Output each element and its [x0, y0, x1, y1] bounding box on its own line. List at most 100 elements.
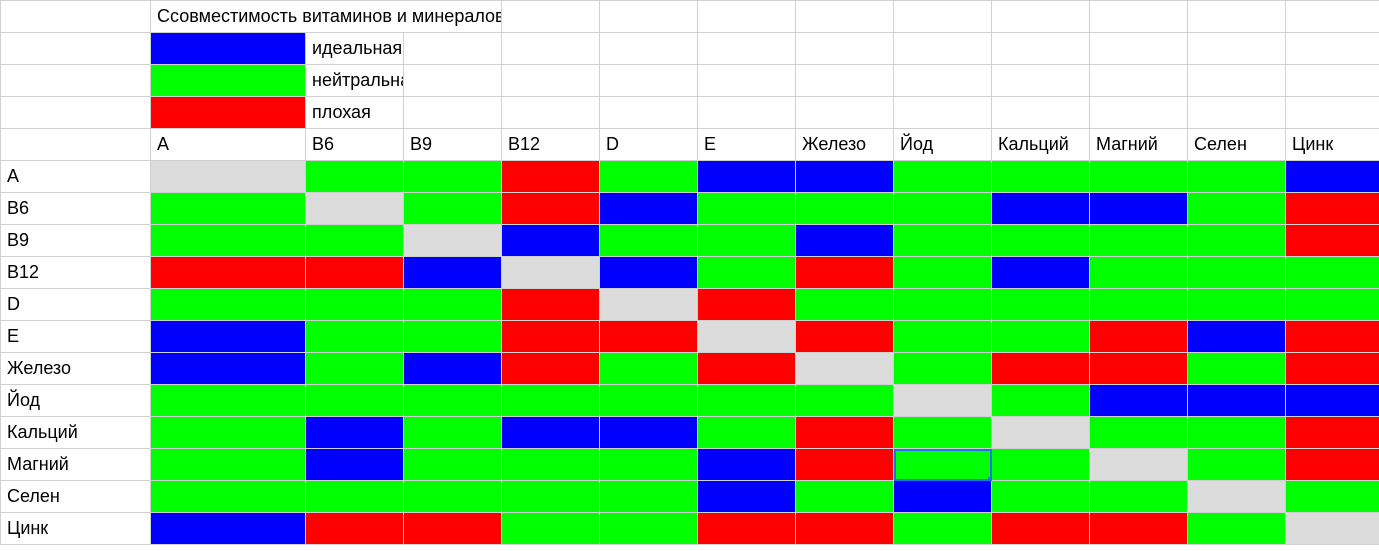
matrix-cell[interactable] [992, 513, 1090, 545]
matrix-cell[interactable] [1090, 353, 1188, 385]
matrix-cell[interactable] [600, 225, 698, 257]
matrix-cell[interactable] [992, 449, 1090, 481]
matrix-cell[interactable] [600, 321, 698, 353]
matrix-cell[interactable] [600, 481, 698, 513]
matrix-cell[interactable] [894, 385, 992, 417]
matrix-cell[interactable] [502, 257, 600, 289]
matrix-cell[interactable] [151, 417, 306, 449]
matrix-cell[interactable] [1188, 513, 1286, 545]
matrix-cell[interactable] [698, 161, 796, 193]
matrix-cell[interactable] [404, 289, 502, 321]
matrix-cell[interactable] [306, 385, 404, 417]
matrix-cell[interactable] [151, 193, 306, 225]
matrix-cell[interactable] [1188, 193, 1286, 225]
matrix-cell[interactable] [1090, 225, 1188, 257]
matrix-cell[interactable] [1286, 321, 1379, 353]
matrix-cell[interactable] [1090, 321, 1188, 353]
matrix-cell[interactable] [1286, 161, 1379, 193]
matrix-cell[interactable] [151, 481, 306, 513]
matrix-cell[interactable] [1090, 257, 1188, 289]
matrix-cell[interactable] [1286, 417, 1379, 449]
matrix-cell[interactable] [894, 289, 992, 321]
matrix-cell[interactable] [404, 225, 502, 257]
matrix-cell[interactable] [151, 161, 306, 193]
matrix-cell[interactable] [698, 225, 796, 257]
matrix-cell[interactable] [992, 321, 1090, 353]
matrix-cell[interactable] [1286, 449, 1379, 481]
matrix-cell[interactable] [698, 193, 796, 225]
matrix-cell[interactable] [894, 481, 992, 513]
matrix-cell[interactable] [894, 225, 992, 257]
matrix-cell[interactable] [698, 385, 796, 417]
matrix-cell[interactable] [1090, 513, 1188, 545]
matrix-cell[interactable] [1090, 161, 1188, 193]
matrix-cell[interactable] [796, 449, 894, 481]
matrix-cell[interactable] [502, 417, 600, 449]
matrix-cell[interactable] [992, 257, 1090, 289]
matrix-cell[interactable] [796, 513, 894, 545]
matrix-cell[interactable] [698, 321, 796, 353]
matrix-cell[interactable] [1188, 385, 1286, 417]
matrix-cell[interactable] [306, 449, 404, 481]
matrix-cell[interactable] [404, 161, 502, 193]
matrix-cell[interactable] [306, 417, 404, 449]
matrix-cell[interactable] [992, 193, 1090, 225]
matrix-cell[interactable] [1188, 321, 1286, 353]
matrix-cell[interactable] [306, 321, 404, 353]
matrix-cell[interactable] [151, 257, 306, 289]
matrix-cell[interactable] [1090, 289, 1188, 321]
matrix-cell[interactable] [1188, 417, 1286, 449]
matrix-cell[interactable] [894, 353, 992, 385]
matrix-cell[interactable] [1090, 417, 1188, 449]
matrix-cell[interactable] [502, 289, 600, 321]
matrix-cell[interactable] [992, 225, 1090, 257]
matrix-cell[interactable] [1286, 225, 1379, 257]
matrix-cell[interactable] [404, 193, 502, 225]
matrix-cell[interactable] [1286, 385, 1379, 417]
matrix-cell[interactable] [306, 289, 404, 321]
matrix-cell[interactable] [151, 225, 306, 257]
matrix-cell[interactable] [1188, 481, 1286, 513]
matrix-cell[interactable] [894, 417, 992, 449]
matrix-cell[interactable] [894, 513, 992, 545]
matrix-cell[interactable] [404, 449, 502, 481]
matrix-cell[interactable] [796, 289, 894, 321]
matrix-cell[interactable] [796, 481, 894, 513]
matrix-cell[interactable] [600, 257, 698, 289]
matrix-cell[interactable] [1188, 225, 1286, 257]
matrix-cell[interactable] [404, 513, 502, 545]
matrix-cell[interactable] [1188, 353, 1286, 385]
matrix-cell[interactable] [404, 257, 502, 289]
matrix-cell[interactable] [796, 193, 894, 225]
matrix-cell[interactable] [502, 481, 600, 513]
matrix-cell[interactable] [404, 385, 502, 417]
matrix-cell[interactable] [992, 481, 1090, 513]
matrix-cell[interactable] [600, 417, 698, 449]
matrix-cell[interactable] [894, 449, 992, 481]
matrix-cell[interactable] [502, 385, 600, 417]
matrix-cell[interactable] [992, 417, 1090, 449]
matrix-cell[interactable] [502, 161, 600, 193]
matrix-cell[interactable] [698, 289, 796, 321]
matrix-cell[interactable] [698, 257, 796, 289]
matrix-cell[interactable] [796, 417, 894, 449]
matrix-cell[interactable] [502, 193, 600, 225]
matrix-cell[interactable] [894, 321, 992, 353]
matrix-cell[interactable] [600, 193, 698, 225]
matrix-cell[interactable] [306, 193, 404, 225]
matrix-cell[interactable] [151, 449, 306, 481]
matrix-cell[interactable] [1090, 193, 1188, 225]
matrix-cell[interactable] [1286, 353, 1379, 385]
matrix-cell[interactable] [796, 353, 894, 385]
matrix-cell[interactable] [1286, 193, 1379, 225]
matrix-cell[interactable] [796, 225, 894, 257]
matrix-cell[interactable] [796, 321, 894, 353]
matrix-cell[interactable] [796, 257, 894, 289]
matrix-cell[interactable] [1090, 385, 1188, 417]
matrix-cell[interactable] [1188, 449, 1286, 481]
matrix-cell[interactable] [1188, 257, 1286, 289]
matrix-cell[interactable] [306, 481, 404, 513]
matrix-cell[interactable] [306, 353, 404, 385]
matrix-cell[interactable] [796, 161, 894, 193]
matrix-cell[interactable] [1188, 161, 1286, 193]
